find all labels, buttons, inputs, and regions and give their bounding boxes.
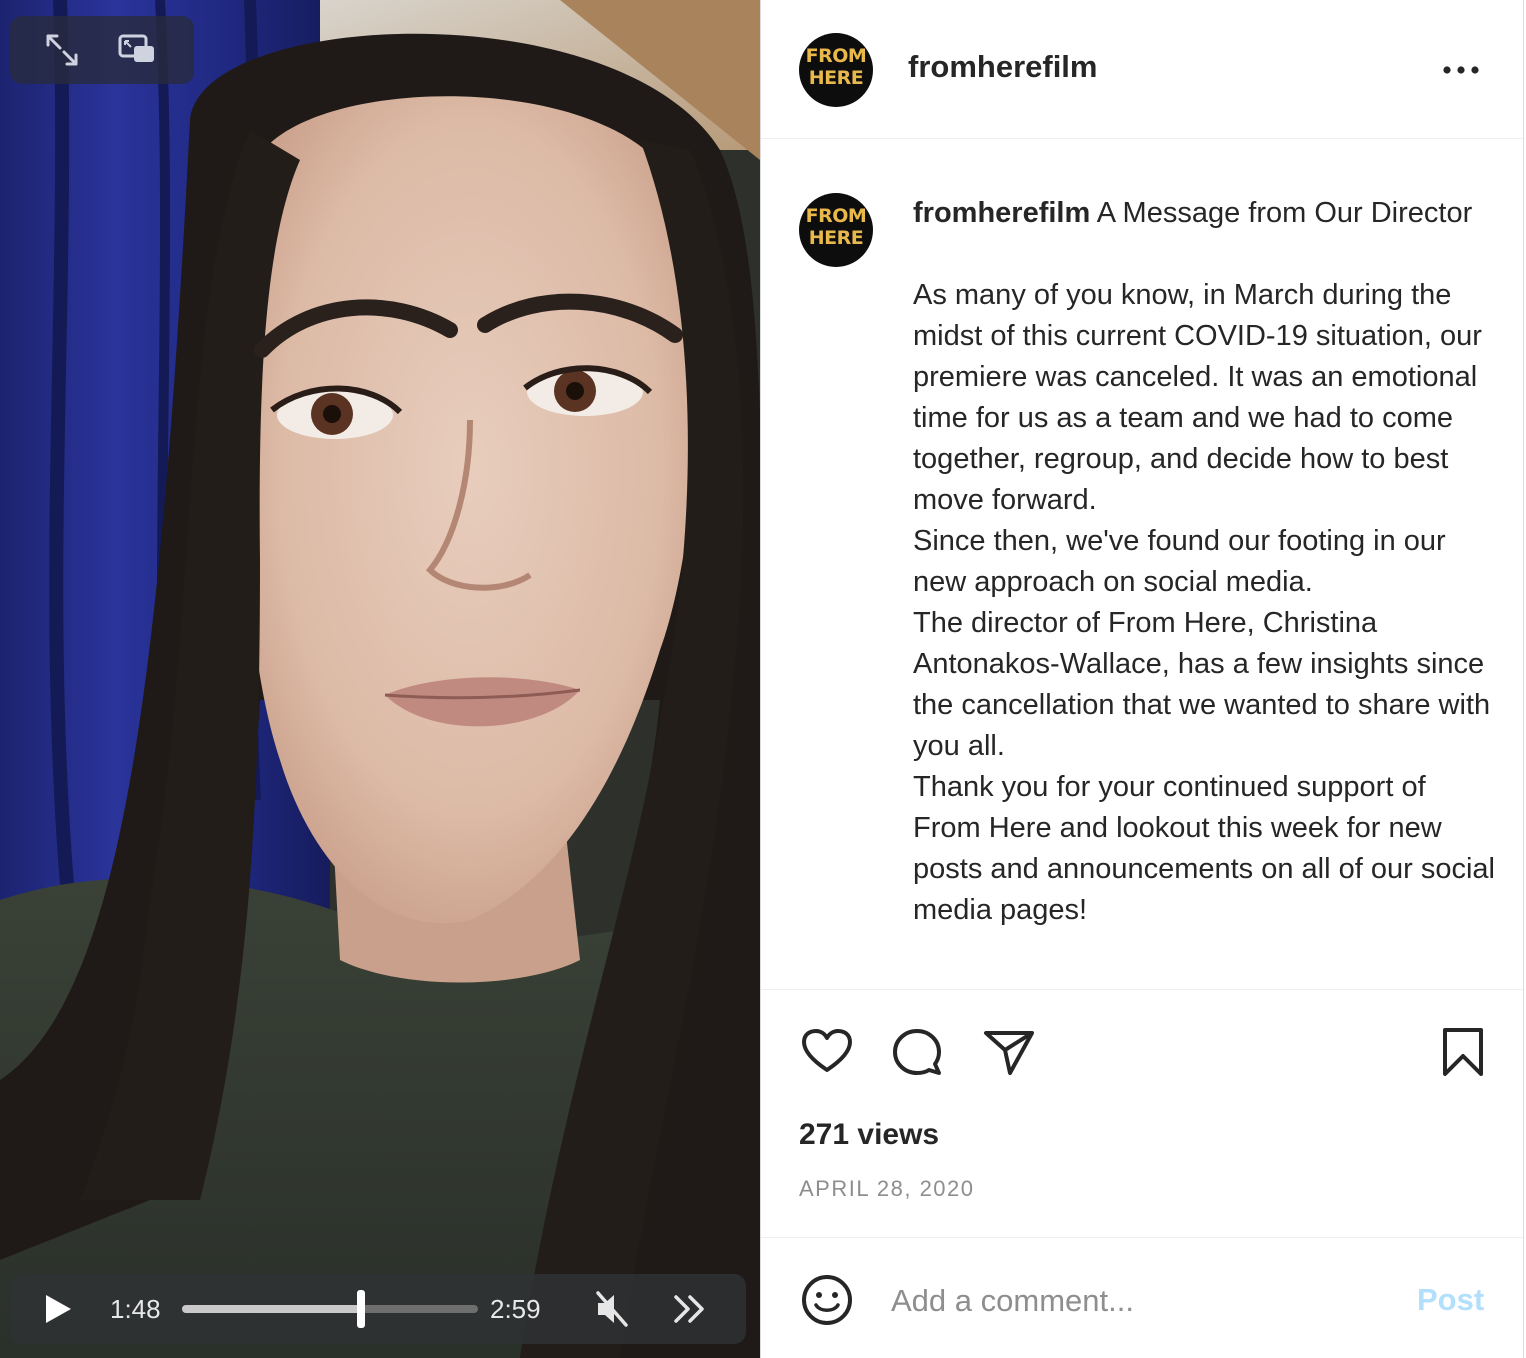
total-time: 2:59 [490, 1294, 541, 1324]
avatar[interactable]: FROM HERE [799, 33, 873, 107]
username[interactable]: fromherefilm [908, 49, 1097, 85]
avatar-logo-text: FROM HERE [805, 205, 867, 249]
post-header: FROM HERE fromherefilm [761, 0, 1523, 139]
video-bottom-controls: 1:48 2:59 [10, 1274, 746, 1344]
post-comment-button[interactable]: Post [1417, 1282, 1484, 1318]
comment-bar: Post [761, 1237, 1523, 1358]
caption-section: FROM HERE fromherefilm A Message from Ou… [761, 139, 1523, 989]
muted-speaker-icon[interactable] [592, 1288, 632, 1330]
video-top-controls [10, 16, 194, 84]
comment-icon[interactable] [889, 1024, 945, 1080]
caption-title: A Message from Our Director [1096, 197, 1473, 229]
play-icon[interactable] [38, 1290, 76, 1328]
post-actions: 271 views APRIL 28, 2020 [761, 989, 1523, 1238]
picture-in-picture-icon[interactable] [114, 28, 158, 72]
caption-body: As many of you know, in March during the… [913, 279, 1495, 926]
instagram-post-viewer: 1:48 2:59 FROM HERE fromherefilm FROM HE… [0, 0, 1526, 1358]
caption-fade [761, 967, 1523, 989]
post-details-panel: FROM HERE fromherefilm FROM HERE fromher… [760, 0, 1524, 1358]
current-time: 1:48 [110, 1294, 161, 1324]
video-scrubber[interactable] [182, 1290, 478, 1328]
more-options-icon[interactable] [1439, 56, 1483, 84]
scrubber-progress [182, 1305, 361, 1313]
avatar-logo-text: FROM HERE [805, 45, 867, 89]
caption-text: fromherefilm A Message from Our Director… [913, 193, 1499, 931]
expand-arrows-icon[interactable] [40, 28, 84, 72]
scrubber-handle[interactable] [356, 1290, 365, 1328]
heart-icon[interactable] [799, 1024, 855, 1080]
bookmark-icon[interactable] [1435, 1024, 1491, 1080]
video-frame [0, 0, 760, 1358]
share-icon[interactable] [981, 1024, 1037, 1080]
caption-avatar[interactable]: FROM HERE [799, 193, 873, 267]
caption-username[interactable]: fromherefilm [913, 197, 1090, 229]
comment-input[interactable] [889, 1274, 1393, 1328]
fast-forward-icon[interactable] [670, 1289, 710, 1329]
post-date: APRIL 28, 2020 [799, 1176, 975, 1201]
view-count[interactable]: 271 views [799, 1118, 939, 1152]
video-player[interactable]: 1:48 2:59 [0, 0, 760, 1358]
emoji-icon[interactable] [799, 1272, 855, 1328]
